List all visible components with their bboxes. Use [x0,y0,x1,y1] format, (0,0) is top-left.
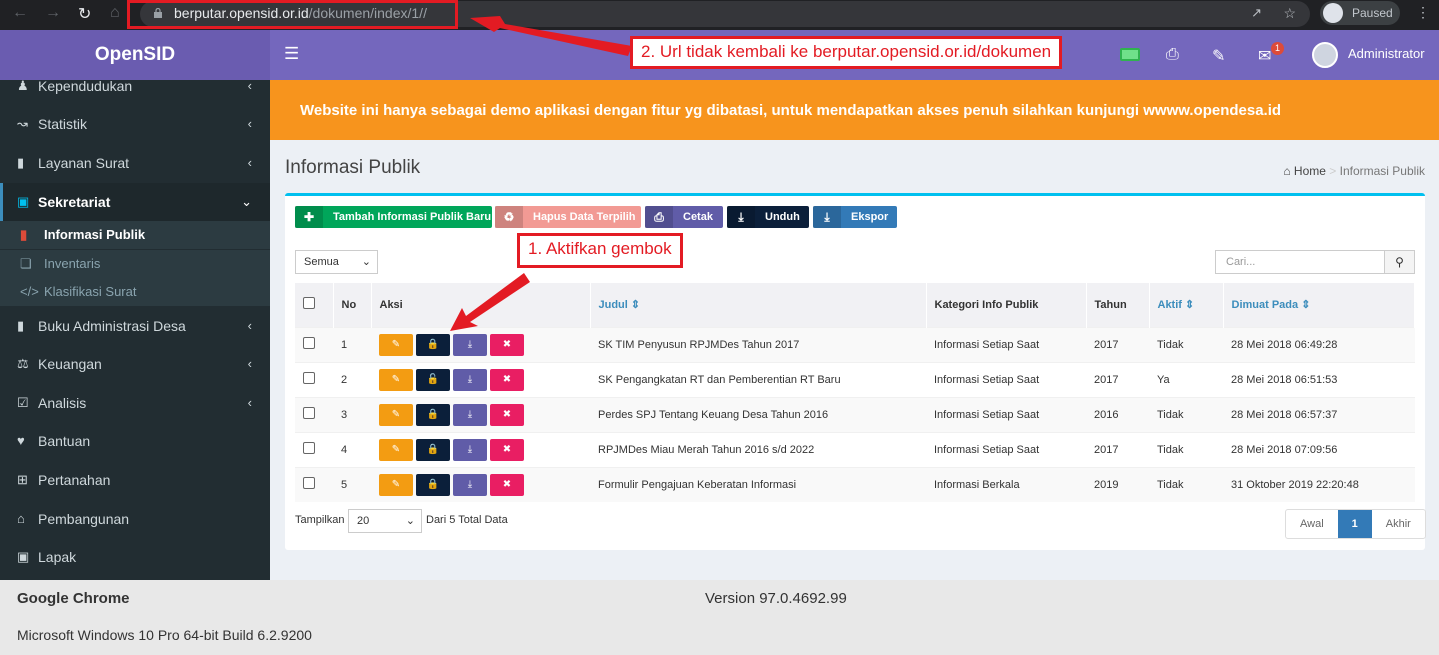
annotation-lock: 1. Aktifkan gembok [517,233,683,268]
annotation-url: 2. Url tidak kembali ke berputar.opensid… [630,36,1063,69]
arrow-to-lock [450,273,530,331]
arrow-to-url [470,16,632,56]
annotation-arrows [450,16,632,331]
